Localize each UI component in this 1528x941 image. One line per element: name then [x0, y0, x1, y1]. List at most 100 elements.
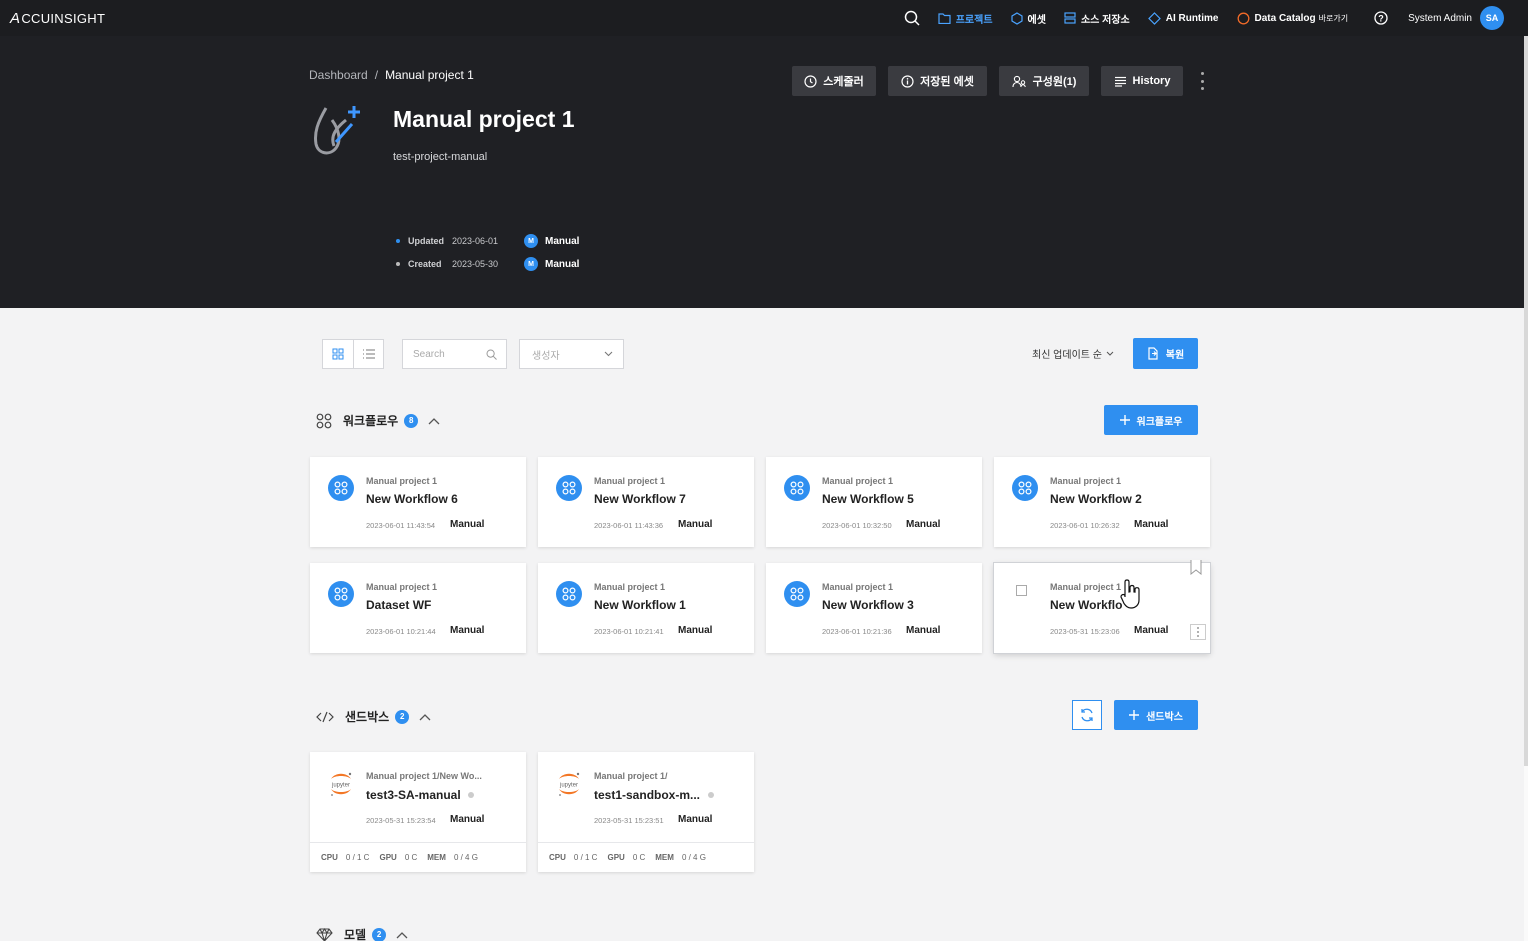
workflow-card[interactable]: Manual project 1 New Workflow 6 2023-06-01…	[310, 457, 526, 547]
refresh-button[interactable]	[1072, 700, 1102, 730]
workflow-card[interactable]: Manual project 1 New Workflow 5 2023-06-01…	[766, 457, 982, 547]
refresh-icon	[1081, 708, 1093, 722]
creator-select[interactable]: 생성자	[519, 339, 624, 369]
app-logo[interactable]: A CCUINSIGHT	[10, 10, 105, 27]
members-button[interactable]: 구성원(1)	[999, 66, 1089, 96]
add-workflow-label: 워크플로우	[1136, 416, 1183, 428]
search-icon[interactable]	[486, 349, 497, 360]
grid-view-button[interactable]	[323, 340, 353, 368]
chevron-down-icon	[604, 351, 613, 357]
logo-mark: A	[10, 10, 21, 27]
card-workflow-name[interactable]: New Workflow 2	[1050, 492, 1142, 506]
catalog-circle-icon	[1237, 12, 1250, 25]
card-author: Manual	[678, 519, 713, 530]
workflow-card[interactable]: Manual project 1 Dataset WF 2023-06-01 10:…	[310, 563, 526, 653]
svg-text:?: ?	[1378, 13, 1384, 23]
select-checkbox[interactable]	[1016, 585, 1027, 596]
workflow-icon	[784, 475, 810, 501]
top-navbar: A CCUINSIGHT 프로젝트 에셋 소스 저장소 AI Runtime D…	[0, 0, 1528, 36]
card-project-name: Manual project 1	[822, 476, 894, 486]
chevron-up-icon[interactable]	[428, 417, 440, 425]
nav-asset[interactable]: 에셋	[1010, 11, 1046, 26]
created-dot	[396, 262, 400, 266]
page-scrollbar[interactable]	[1524, 36, 1528, 941]
diamond-icon	[1147, 11, 1161, 25]
nav-catalog[interactable]: Data Catalog 바로가기	[1237, 12, 1348, 25]
sandbox-section-header: 샌드박스 2	[316, 708, 431, 725]
sort-dropdown[interactable]: 최신 업데이트 순	[1032, 346, 1114, 361]
add-sandbox-button[interactable]: 샌드박스	[1114, 700, 1198, 730]
plus-icon	[1129, 710, 1140, 720]
user-name[interactable]: System Admin	[1408, 13, 1472, 24]
nav-storage-label: 소스 저장소	[1080, 14, 1130, 26]
card-workflow-name[interactable]: New Workflow 7	[594, 492, 686, 506]
mem-label: MEM	[427, 853, 446, 862]
card-project-name: Manual project 1	[1050, 476, 1122, 486]
svg-text:jupyter: jupyter	[331, 782, 350, 788]
search-input[interactable]	[403, 340, 483, 368]
bookmark-icon[interactable]	[1190, 560, 1202, 575]
more-vertical-icon[interactable]	[1196, 72, 1208, 90]
nav-storage[interactable]: 소스 저장소	[1064, 11, 1130, 26]
resource-usage: CPU 0 / 1 C GPU 0 C MEM 0 / 4 G	[310, 842, 526, 872]
card-sandbox-name[interactable]: test1-sandbox-m...	[594, 788, 700, 802]
card-timestamp: 2023-05-31 15:23:51	[594, 816, 664, 825]
card-author: Manual	[450, 814, 485, 825]
workflow-card[interactable]: Manual project 1 New Workflow 3 2023-06-01…	[766, 563, 982, 653]
workflow-card[interactable]: Manual project 1 New Workflo 2023-05-31 15…	[993, 560, 1211, 654]
card-workflow-name[interactable]: New Workflo	[1050, 598, 1122, 612]
nav-runtime-label: AI Runtime	[1165, 12, 1219, 24]
card-sandbox-name[interactable]: test3-SA-manual	[366, 788, 461, 802]
workflow-card[interactable]: Manual project 1 New Workflow 1 2023-06-01…	[538, 563, 754, 653]
sandbox-card[interactable]: jupyter Manual project 1/New Wo... test3-S…	[310, 752, 526, 872]
created-by-avatar: M	[524, 257, 538, 271]
card-author: Manual	[450, 519, 485, 530]
updated-by: Manual	[545, 235, 580, 247]
card-project-name: Manual project 1	[366, 476, 438, 486]
add-workflow-button[interactable]: 워크플로우	[1104, 405, 1198, 435]
card-author: Manual	[1134, 625, 1169, 636]
card-project-name: Manual project 1/New Wo...	[366, 771, 482, 781]
gem-icon	[316, 927, 333, 941]
nav-project-label: 프로젝트	[955, 14, 993, 26]
card-project-name: Manual project 1/	[594, 771, 668, 781]
project-header: Dashboard / Manual project 1 Manual proj…	[0, 36, 1528, 308]
card-menu-button[interactable]	[1190, 624, 1206, 640]
card-workflow-name[interactable]: Dataset WF	[366, 598, 431, 612]
card-project-name: Manual project 1	[594, 476, 666, 486]
user-avatar[interactable]: SA	[1480, 6, 1504, 30]
nav-project[interactable]: 프로젝트	[938, 11, 993, 26]
list-view-button[interactable]	[353, 340, 383, 368]
workflow-card[interactable]: Manual project 1 New Workflow 7 2023-06-01…	[538, 457, 754, 547]
chevron-up-icon[interactable]	[396, 931, 408, 939]
workflow-icon	[784, 581, 810, 607]
restore-button[interactable]: 복원	[1133, 338, 1198, 369]
help-icon[interactable]: ?	[1374, 11, 1388, 25]
card-workflow-name[interactable]: New Workflow 6	[366, 492, 458, 506]
scheduler-button[interactable]: 스케줄러	[792, 66, 876, 96]
plus-icon	[1119, 415, 1130, 425]
saved-assets-button[interactable]: 저장된 에셋	[888, 66, 987, 96]
card-timestamp: 2023-06-01 11:43:36	[594, 521, 664, 530]
updated-date: 2023-06-01	[452, 236, 499, 246]
card-workflow-name[interactable]: New Workflow 5	[822, 492, 914, 506]
nav-runtime[interactable]: AI Runtime	[1147, 11, 1219, 25]
card-workflow-name[interactable]: New Workflow 1	[594, 598, 686, 612]
card-author: Manual	[450, 625, 485, 636]
created-by: Manual	[545, 258, 580, 270]
project-icon	[312, 102, 364, 160]
meta-created: Created 2023-05-30 M Manual	[396, 257, 579, 271]
sandbox-card[interactable]: jupyter Manual project 1/test1-sandbox-m.…	[538, 752, 754, 872]
workflow-card[interactable]: Manual project 1 New Workflow 2 2023-06-01…	[994, 457, 1210, 547]
workflow-icon	[328, 581, 354, 607]
card-timestamp: 2023-06-01 10:21:36	[822, 627, 892, 636]
card-workflow-name[interactable]: New Workflow 3	[822, 598, 914, 612]
card-project-name: Manual project 1	[366, 582, 438, 592]
members-label: 구성원(1)	[1032, 76, 1077, 88]
history-button[interactable]: History	[1101, 66, 1183, 96]
workflow-section-title: 워크플로우	[343, 414, 399, 428]
scrollbar-thumb[interactable]	[1524, 36, 1528, 766]
breadcrumb-dashboard[interactable]: Dashboard	[309, 68, 368, 82]
chevron-up-icon[interactable]	[419, 713, 431, 721]
search-icon[interactable]	[904, 10, 920, 26]
